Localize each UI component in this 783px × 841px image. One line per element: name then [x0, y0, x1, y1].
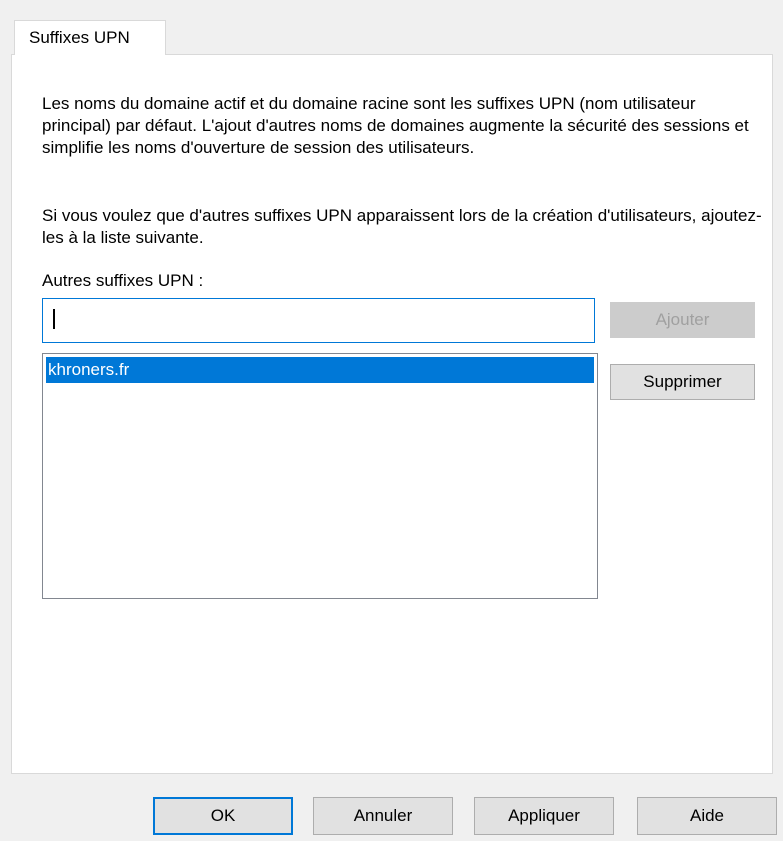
tab-upn-suffixes[interactable]: Suffixes UPN: [14, 20, 166, 55]
list-item[interactable]: khroners.fr: [46, 357, 594, 383]
suffix-input[interactable]: [42, 298, 595, 343]
description-paragraph-1: Les noms du domaine actif et du domaine …: [42, 94, 749, 157]
help-button[interactable]: Aide: [637, 797, 777, 835]
tab-panel: Les noms du domaine actif et du domaine …: [11, 54, 773, 774]
cancel-button[interactable]: Annuler: [313, 797, 453, 835]
suffix-field-label: Autres suffixes UPN :: [42, 271, 204, 290]
remove-button[interactable]: Supprimer: [610, 364, 755, 400]
apply-button[interactable]: Appliquer: [474, 797, 614, 835]
text-caret: [53, 309, 55, 329]
suffix-listbox[interactable]: khroners.fr: [42, 353, 598, 599]
ok-button[interactable]: OK: [153, 797, 293, 835]
tab-label: Suffixes UPN: [29, 28, 130, 47]
add-button[interactable]: Ajouter: [610, 302, 755, 338]
description-paragraph-2: Si vous voulez que d'autres suffixes UPN…: [42, 206, 762, 247]
